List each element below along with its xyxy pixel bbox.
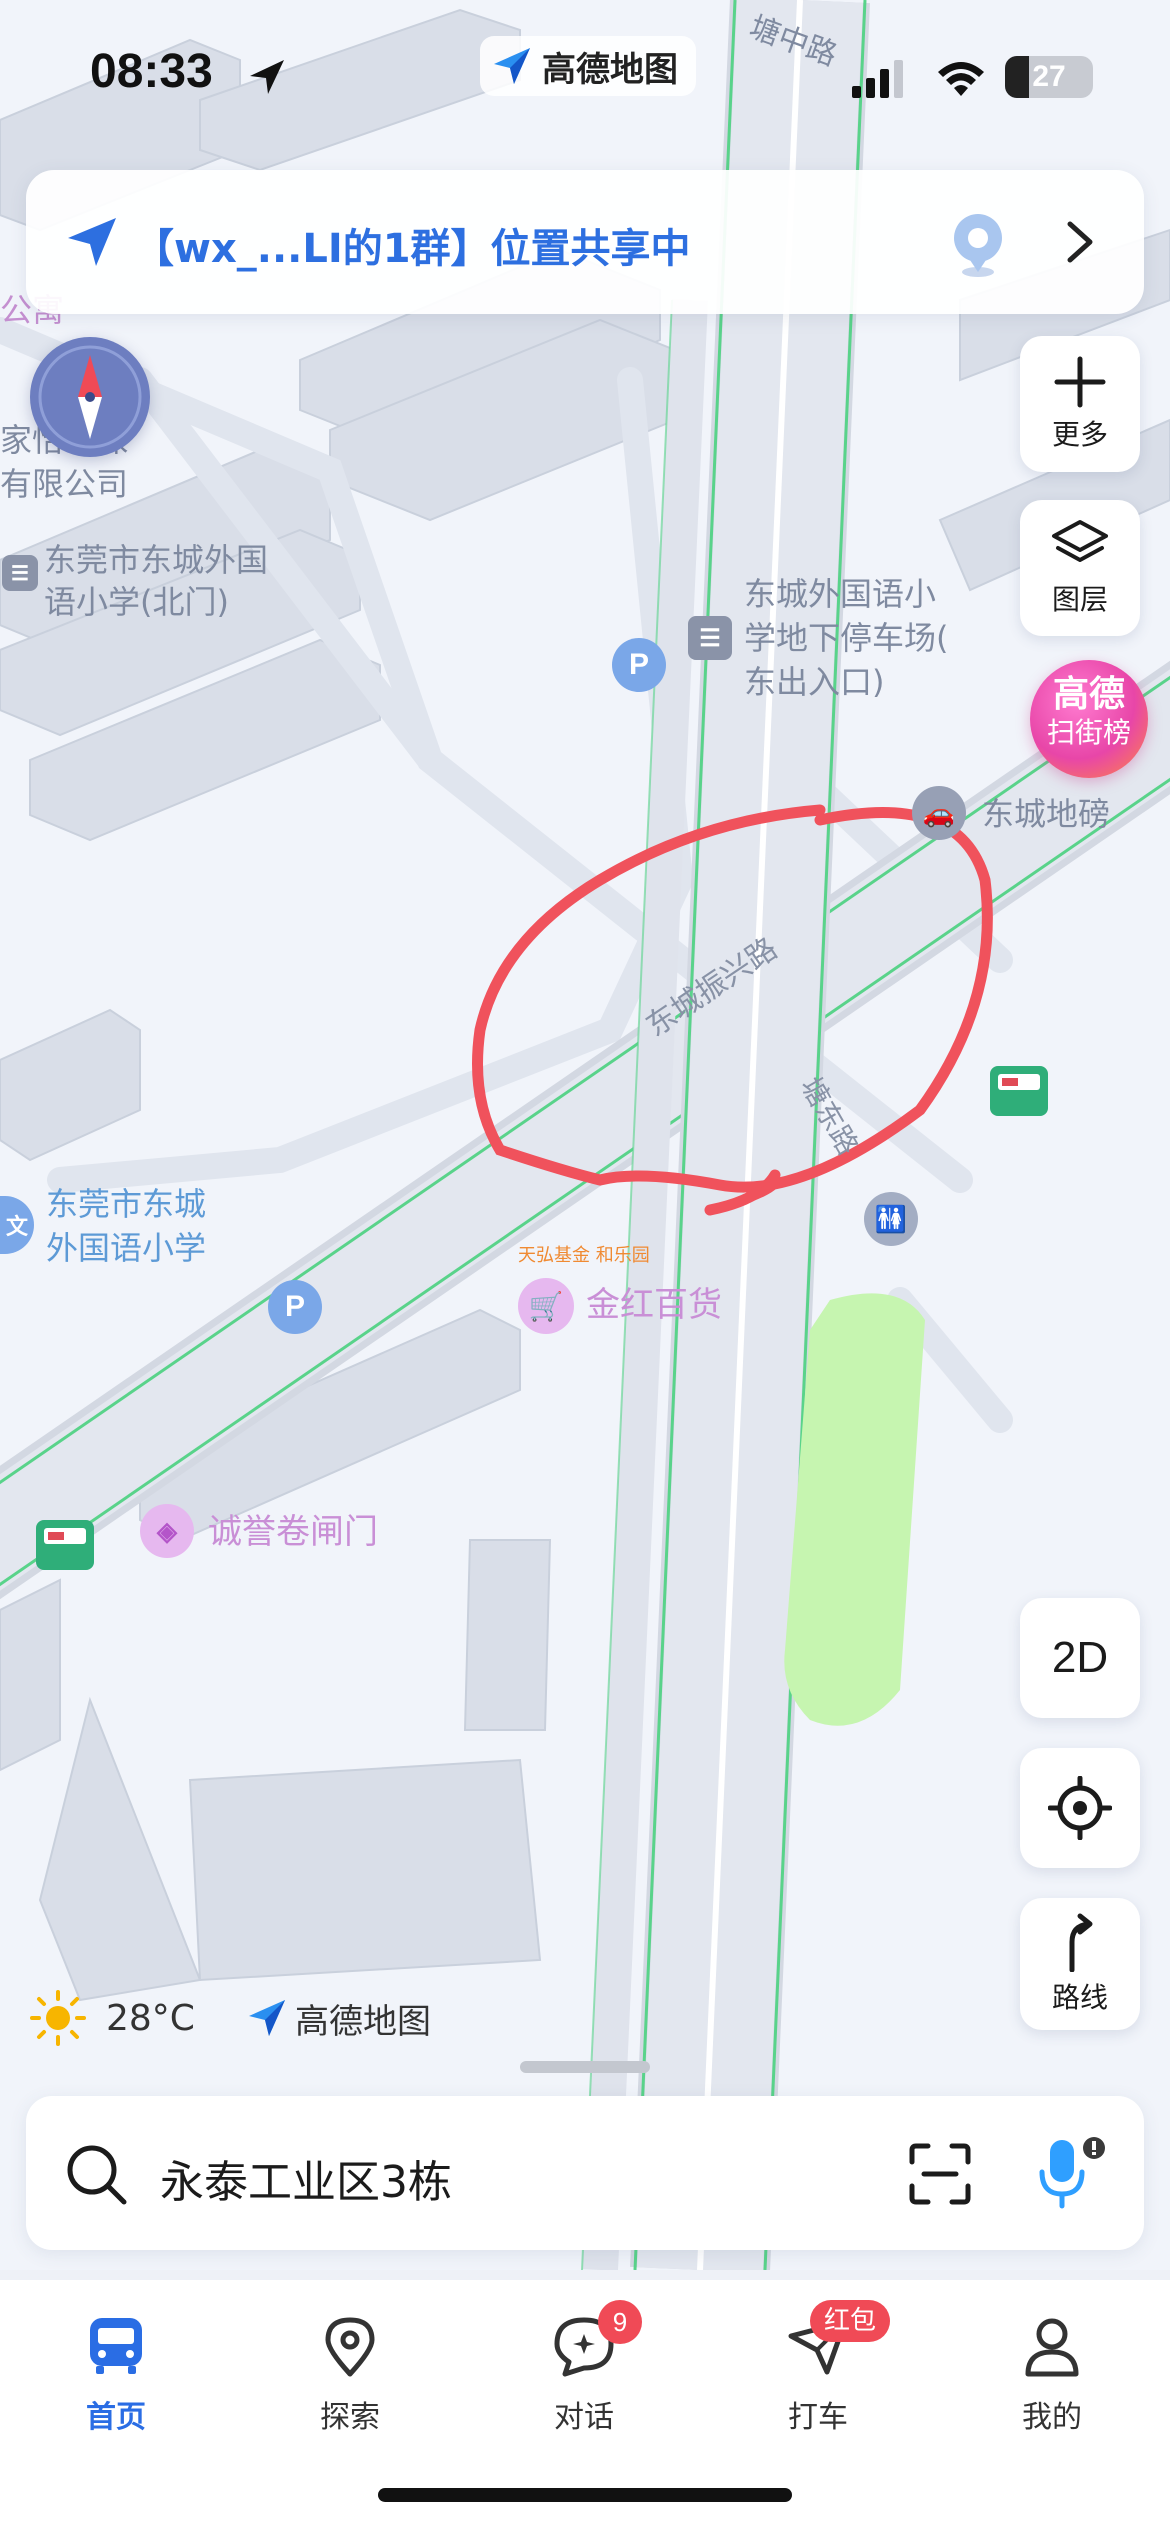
parking-icon[interactable]: P [268, 1280, 322, 1334]
home-indicator[interactable] [378, 2488, 792, 2502]
status-time: 08:33 [90, 45, 213, 98]
sun-icon [30, 1990, 86, 2046]
map-view[interactable]: 塘中路 公寓 家怡环保 有限公司 ☰ 东莞市东城外国 语小学(北门) P ☰ 东… [0, 0, 1170, 2270]
plus-icon [1054, 356, 1106, 408]
weather-widget[interactable]: 28°C 高德地图 [30, 1990, 431, 2046]
map-label-school-north-1: 东莞市东城外国 [44, 541, 269, 579]
search-input[interactable]: 永泰工业区3栋 [160, 2146, 452, 2210]
compass-button[interactable] [30, 337, 150, 457]
tab-home-label: 首页 [86, 2400, 146, 2435]
layers-button-label: 图层 [1051, 583, 1108, 616]
voice-microphone-icon[interactable] [1032, 2134, 1112, 2214]
layers-button[interactable]: 图层 [1020, 500, 1140, 636]
tab-profile-label: 我的 [1022, 2400, 1082, 2435]
restroom-icon[interactable]: 🚻 [864, 1192, 918, 1246]
locate-button[interactable] [1020, 1748, 1140, 1868]
gaode-logo-icon [248, 2000, 285, 2036]
app-name-text: 高德地图 [542, 49, 678, 90]
map-label-parking-2: 学地下停车场( [744, 619, 949, 657]
search-icon [67, 2145, 127, 2205]
chat-unread-badge: 9 [598, 2300, 642, 2344]
brand-logos-label: 天弘基金 和乐园 [518, 1245, 650, 1266]
scan-icon[interactable] [908, 2142, 972, 2206]
bus-stop-icon[interactable] [36, 1520, 94, 1570]
share-status-text: 【wx_...LI的1群】位置共享中 [134, 226, 691, 272]
school-icon: ☰ [688, 616, 732, 660]
badge-subtitle: 扫街榜 [1046, 716, 1131, 749]
tab-explore[interactable]: 探索 [270, 2306, 430, 2436]
shopping-cart-icon[interactable]: 🛒 [518, 1278, 574, 1334]
map-label-gate: 诚誉卷闸门 [208, 1512, 378, 1552]
map-canvas [0, 0, 1170, 2270]
route-button[interactable]: 路线 [1020, 1898, 1140, 2030]
route-button-label: 路线 [1051, 1981, 1108, 2014]
more-button-label: 更多 [1051, 418, 1108, 451]
map-label-store: 金红百货 [586, 1285, 722, 1325]
tab-explore-label: 探索 [320, 2400, 380, 2435]
map-label-parking-1: 东城外国语小 [744, 575, 937, 613]
map-label-company-2: 有限公司 [0, 465, 129, 503]
2d-mode-label: 2D [1051, 1633, 1109, 1682]
badge-title: 高德 [1052, 674, 1125, 715]
battery-indicator: 27 [1005, 56, 1093, 98]
tab-home[interactable]: 首页 [36, 2306, 196, 2436]
more-button[interactable]: 更多 [1020, 336, 1140, 472]
crosshair-icon [1048, 1776, 1112, 1840]
bus-stop-icon[interactable] [990, 1066, 1048, 1116]
app-name-pill: 高德地图 [480, 36, 696, 96]
layers-icon [1052, 520, 1108, 562]
share-arrow-icon [68, 218, 116, 266]
status-bar: 08:33 高德地图 27 [0, 0, 1170, 150]
person-icon [1025, 2318, 1079, 2377]
wifi-icon [938, 62, 984, 96]
bus-icon [90, 2318, 142, 2374]
location-share-bar[interactable]: 【wx_...LI的1群】位置共享中 [26, 170, 1144, 314]
tab-chat[interactable]: 9 对话 [504, 2300, 664, 2436]
location-pin-icon [325, 2317, 375, 2377]
temperature-text: 28°C [106, 1997, 195, 2039]
cellular-signal-icon [852, 60, 903, 98]
taxi-red-packet-badge: 红包 [810, 2300, 891, 2342]
parking-icon[interactable]: P [612, 638, 666, 692]
battery-level: 27 [1032, 60, 1066, 93]
sheet-drag-handle[interactable] [520, 2061, 650, 2073]
tab-profile[interactable]: 我的 [972, 2306, 1132, 2436]
gaode-logo-icon [494, 48, 530, 84]
street-ranking-badge[interactable]: 高德 扫街榜 [1030, 660, 1148, 778]
compass-icon [38, 345, 142, 449]
car-icon[interactable]: 🚗 [912, 786, 966, 840]
location-pin-icon [954, 214, 1002, 277]
route-arrow-icon [1069, 1913, 1093, 1972]
map-label-school-north-2: 语小学(北门) [44, 583, 229, 621]
map-label-school-1: 东莞市东城 [46, 1185, 207, 1223]
school-icon: ☰ [2, 555, 38, 591]
map-label-parking-3: 东出入口) [744, 663, 885, 701]
location-arrow-icon [250, 60, 284, 94]
brand-text: 高德地图 [294, 2001, 431, 2042]
tab-taxi-label: 打车 [788, 2400, 848, 2435]
shop-icon[interactable]: ◈ [140, 1504, 194, 1558]
map-label-weighbridge: 东城地磅 [982, 795, 1111, 833]
map-label-school-2: 外国语小学 [46, 1229, 207, 1267]
search-bar[interactable]: 永泰工业区3栋 [26, 2096, 1144, 2250]
chevron-right-icon[interactable] [1062, 220, 1098, 264]
tab-taxi[interactable]: 红包 打车 [738, 2300, 898, 2436]
tab-chat-label: 对话 [554, 2400, 614, 2435]
2d-mode-button[interactable]: 2D [1020, 1598, 1140, 1718]
